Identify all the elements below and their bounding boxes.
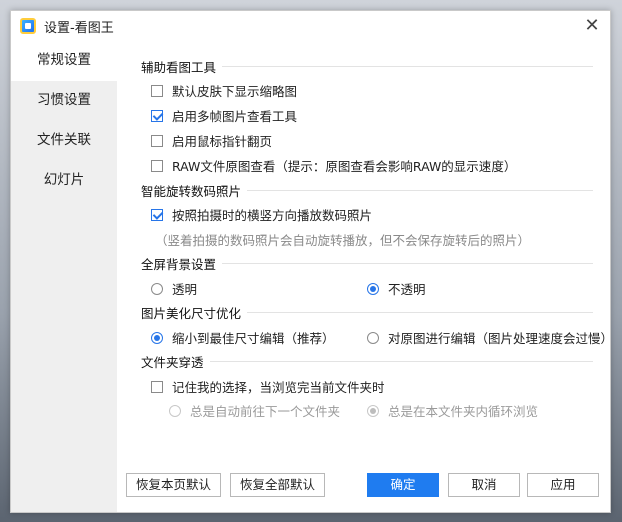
checkbox[interactable] <box>151 380 163 393</box>
option-label: 对原图进行编辑（图片处理速度会过慢） <box>388 331 614 346</box>
section-divider <box>247 190 593 191</box>
option-label: 记住我的选择，当浏览完当前文件夹时 <box>172 380 385 395</box>
option-label: 缩小到最佳尺寸编辑（推荐） <box>172 331 335 346</box>
option-multiframe-tool[interactable]: 启用多帧图片查看工具 <box>151 106 297 125</box>
section-folder: 文件夹穿透 <box>141 352 593 371</box>
option-opaque[interactable]: 不透明 <box>367 279 426 298</box>
settings-dialog: 设置-看图王 ✕ 常规设置 习惯设置 文件关联 幻灯片 辅助看图工具 默认皮肤下… <box>10 10 613 513</box>
section-divider <box>222 66 593 67</box>
sidebar-item-slideshow[interactable]: 幻灯片 <box>11 161 117 201</box>
checkbox[interactable] <box>151 134 163 147</box>
section-resize: 图片美化尺寸优化 <box>141 303 593 322</box>
radio-button-disabled-selected <box>367 404 379 417</box>
sidebar-item-file-association[interactable]: 文件关联 <box>11 121 117 161</box>
sidebar-item-general[interactable]: 常规设置 <box>11 41 117 81</box>
window-title: 设置-看图王 <box>44 21 114 36</box>
app-logo-icon <box>20 18 36 34</box>
restore-page-default-button[interactable]: 恢复本页默认 <box>126 473 221 497</box>
section-title: 全屏背景设置 <box>141 257 217 272</box>
section-rotate: 智能旋转数码照片 <box>141 181 593 200</box>
option-label: 总是自动前往下一个文件夹 <box>190 404 341 419</box>
radio-button-selected[interactable] <box>151 331 163 344</box>
option-shrink-best-size[interactable]: 缩小到最佳尺寸编辑（推荐） <box>151 328 335 347</box>
section-divider <box>209 361 593 362</box>
apply-button[interactable]: 应用 <box>527 473 599 497</box>
radio-button[interactable] <box>151 282 163 295</box>
checkbox[interactable] <box>151 159 163 172</box>
section-title: 智能旋转数码照片 <box>141 184 242 199</box>
option-label: 不透明 <box>388 282 426 297</box>
option-label: RAW文件原图查看（提示：原图查看会影响RAW的显示速度） <box>172 159 517 174</box>
checkbox[interactable] <box>151 84 163 97</box>
option-label: 启用鼠标指针翻页 <box>172 134 273 149</box>
section-title: 图片美化尺寸优化 <box>141 306 242 321</box>
checkbox-checked[interactable] <box>151 109 163 122</box>
option-raw-original[interactable]: RAW文件原图查看（提示：原图查看会影响RAW的显示速度） <box>151 156 516 175</box>
close-button[interactable]: ✕ <box>580 14 604 38</box>
title-bar: 设置-看图王 ✕ <box>11 11 610 41</box>
section-title: 文件夹穿透 <box>141 355 204 370</box>
option-mouse-page-turn[interactable]: 启用鼠标指针翻页 <box>151 131 272 150</box>
cancel-button[interactable]: 取消 <box>448 473 520 497</box>
option-show-thumbnails[interactable]: 默认皮肤下显示缩略图 <box>151 81 297 100</box>
section-background: 全屏背景设置 <box>141 254 593 273</box>
section-title: 辅助看图工具 <box>141 60 217 75</box>
option-loop-folder: 总是在本文件夹内循环浏览 <box>367 401 538 420</box>
option-label: 按照拍摄时的横竖方向播放数码照片 <box>172 208 373 223</box>
section-divider <box>222 263 593 264</box>
option-next-folder: 总是自动前往下一个文件夹 <box>169 401 340 420</box>
option-auto-rotate[interactable]: 按照拍摄时的横竖方向播放数码照片 <box>151 205 372 224</box>
section-divider <box>247 312 593 313</box>
option-label: 默认皮肤下显示缩略图 <box>172 84 298 99</box>
radio-button[interactable] <box>367 331 379 344</box>
option-transparent[interactable]: 透明 <box>151 279 197 298</box>
option-label: 透明 <box>172 282 198 297</box>
radio-button-disabled <box>169 404 181 417</box>
option-label: 总是在本文件夹内循环浏览 <box>388 404 539 419</box>
ok-button[interactable]: 确定 <box>367 473 439 497</box>
option-edit-original[interactable]: 对原图进行编辑（图片处理速度会过慢） <box>367 328 613 347</box>
section-tools: 辅助看图工具 <box>141 57 593 76</box>
option-label: 启用多帧图片查看工具 <box>172 109 298 124</box>
sidebar: 常规设置 习惯设置 文件关联 幻灯片 <box>11 41 117 512</box>
option-remember-choice[interactable]: 记住我的选择，当浏览完当前文件夹时 <box>151 377 385 396</box>
sidebar-item-habits[interactable]: 习惯设置 <box>11 81 117 121</box>
radio-button-selected[interactable] <box>367 282 379 295</box>
rotate-hint: （竖着拍摄的数码照片会自动旋转播放，但不会保存旋转后的照片） <box>155 233 531 248</box>
restore-all-default-button[interactable]: 恢复全部默认 <box>230 473 325 497</box>
checkbox-checked[interactable] <box>151 208 163 221</box>
